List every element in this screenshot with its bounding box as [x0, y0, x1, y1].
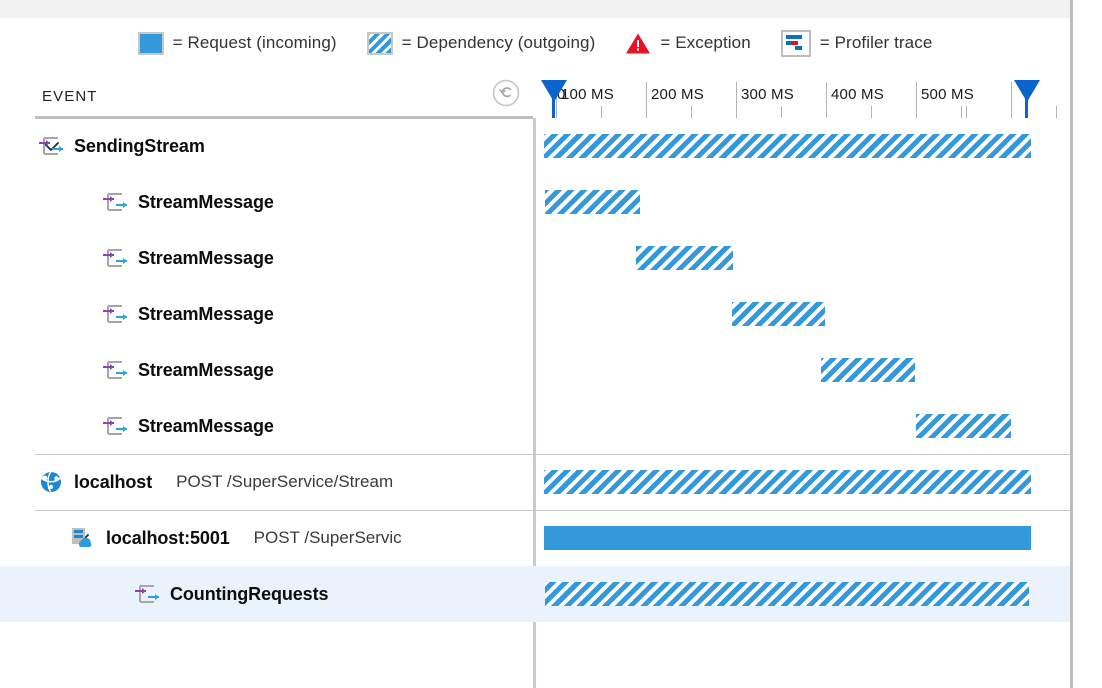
legend-label-dependency: = Dependency (outgoing): [401, 33, 596, 52]
row-name: StreamMessage: [138, 359, 274, 380]
timeline-bar-dependency[interactable]: [544, 134, 1031, 158]
ruler-tick-minor: [781, 106, 782, 118]
timeline-bar-dependency[interactable]: [545, 190, 640, 214]
legend-bar: = Request (incoming) = Dependency (outgo…: [0, 18, 1070, 68]
row-label-cell: localhost POST /SuperService/Stream: [38, 454, 533, 510]
trace-row[interactable]: StreamMessage: [0, 342, 1070, 398]
legend-label-profiler-trace: = Profiler trace: [819, 33, 933, 52]
timeline-bar-dependency[interactable]: [636, 246, 733, 270]
row-detail: POST /SuperService/Stream: [176, 472, 394, 491]
row-name: StreamMessage: [138, 247, 274, 268]
reset-zoom-icon[interactable]: [492, 79, 520, 107]
trace-row[interactable]: CountingRequests: [0, 566, 1070, 622]
timeline-bar-request[interactable]: [544, 526, 1031, 550]
row-label-cell: StreamMessage: [102, 230, 533, 286]
row-label-cell: localhost:5001 POST /SuperServic: [70, 510, 533, 566]
row-label-cell: SendingStream: [38, 118, 533, 174]
trace-row[interactable]: StreamMessage: [0, 174, 1070, 230]
timeline-bar-dependency[interactable]: [544, 470, 1031, 494]
legend-item-profiler-trace: = Profiler trace: [780, 29, 933, 57]
ruler-tick-minor: [1056, 106, 1057, 118]
timeline-bar-dependency[interactable]: [916, 414, 1011, 438]
dependency-swatch-icon: [366, 31, 393, 55]
row-label-cell: StreamMessage: [102, 342, 533, 398]
ruler-tick-minor: [601, 106, 602, 118]
ruler-tick-major: [916, 82, 917, 118]
exception-icon: [625, 32, 651, 55]
legend-item-dependency: = Dependency (outgoing): [366, 31, 596, 55]
row-label-cell: CountingRequests: [134, 566, 533, 622]
event-column-header: EVENT: [42, 88, 98, 105]
dependency-icon: [102, 303, 128, 325]
row-name: localhost:5001: [106, 527, 230, 548]
dependency-icon: [102, 415, 128, 437]
row-name: StreamMessage: [138, 415, 274, 436]
dependency-icon: [102, 191, 128, 213]
row-name: SendingStream: [74, 135, 205, 156]
row-label-cell: StreamMessage: [102, 398, 533, 454]
trace-row[interactable]: localhost:5001 POST /SuperServic: [0, 510, 1070, 566]
trace-row[interactable]: StreamMessage: [0, 286, 1070, 342]
server-cloud-icon: [70, 527, 96, 549]
legend-item-request: = Request (incoming): [137, 31, 337, 55]
ruler-tick-minor: [691, 106, 692, 118]
dependency-icon: [134, 583, 160, 605]
profiler-trace-icon: [780, 29, 811, 57]
row-label-cell: StreamMessage: [102, 286, 533, 342]
window-right-border: [1070, 0, 1073, 688]
row-detail: POST /SuperServic: [253, 528, 402, 547]
ruler-tick-major: [736, 82, 737, 118]
timeline-bar-dependency[interactable]: [821, 358, 915, 382]
legend-label-request: = Request (incoming): [172, 33, 337, 52]
ruler-tick-label: 300 MS: [741, 86, 794, 103]
request-swatch-icon: [137, 31, 164, 55]
ruler-tick-minor: [961, 106, 962, 118]
legend-label-exception: = Exception: [660, 33, 751, 52]
ruler-tick-major: [826, 82, 827, 118]
ruler-tick-label: 200 MS: [651, 86, 704, 103]
dependency-icon: [102, 359, 128, 381]
row-name: StreamMessage: [138, 303, 274, 324]
window-top-strip: [0, 0, 1070, 18]
trace-tree-body: SendingStream StreamMessage StreamMessage S…: [0, 118, 1070, 688]
row-name: localhost: [74, 471, 153, 492]
trace-row[interactable]: StreamMessage: [0, 398, 1070, 454]
ruler-tick-label: 500 MS: [921, 86, 974, 103]
timeline-ruler[interactable]: 0 100 MS 200 MS 300 MS 400 MS 500 MS: [533, 76, 1070, 118]
ruler-tick-label: 400 MS: [831, 86, 884, 103]
row-name: StreamMessage: [138, 191, 274, 212]
timeline-bar-dependency[interactable]: [732, 302, 825, 326]
dependency-icon: [38, 135, 64, 157]
trace-row[interactable]: localhost POST /SuperService/Stream: [0, 454, 1070, 510]
row-label-cell: StreamMessage: [102, 174, 533, 230]
dependency-icon: [102, 247, 128, 269]
timeline-bar-dependency[interactable]: [545, 582, 1029, 606]
trace-row[interactable]: SendingStream: [0, 118, 1070, 174]
trace-row[interactable]: StreamMessage: [0, 230, 1070, 286]
ruler-tick-major: [646, 82, 647, 118]
row-name: CountingRequests: [170, 583, 329, 604]
globe-icon: [38, 471, 64, 493]
zoom-handle-left[interactable]: [541, 80, 567, 102]
zoom-handle-right[interactable]: [1014, 80, 1040, 102]
ruler-tick-minor: [871, 106, 872, 118]
ruler-tick-label: 100 MS: [561, 86, 614, 103]
ruler-tick-minor: [966, 106, 967, 118]
ruler-tick-major: [1011, 82, 1012, 118]
legend-item-exception: = Exception: [625, 32, 751, 55]
